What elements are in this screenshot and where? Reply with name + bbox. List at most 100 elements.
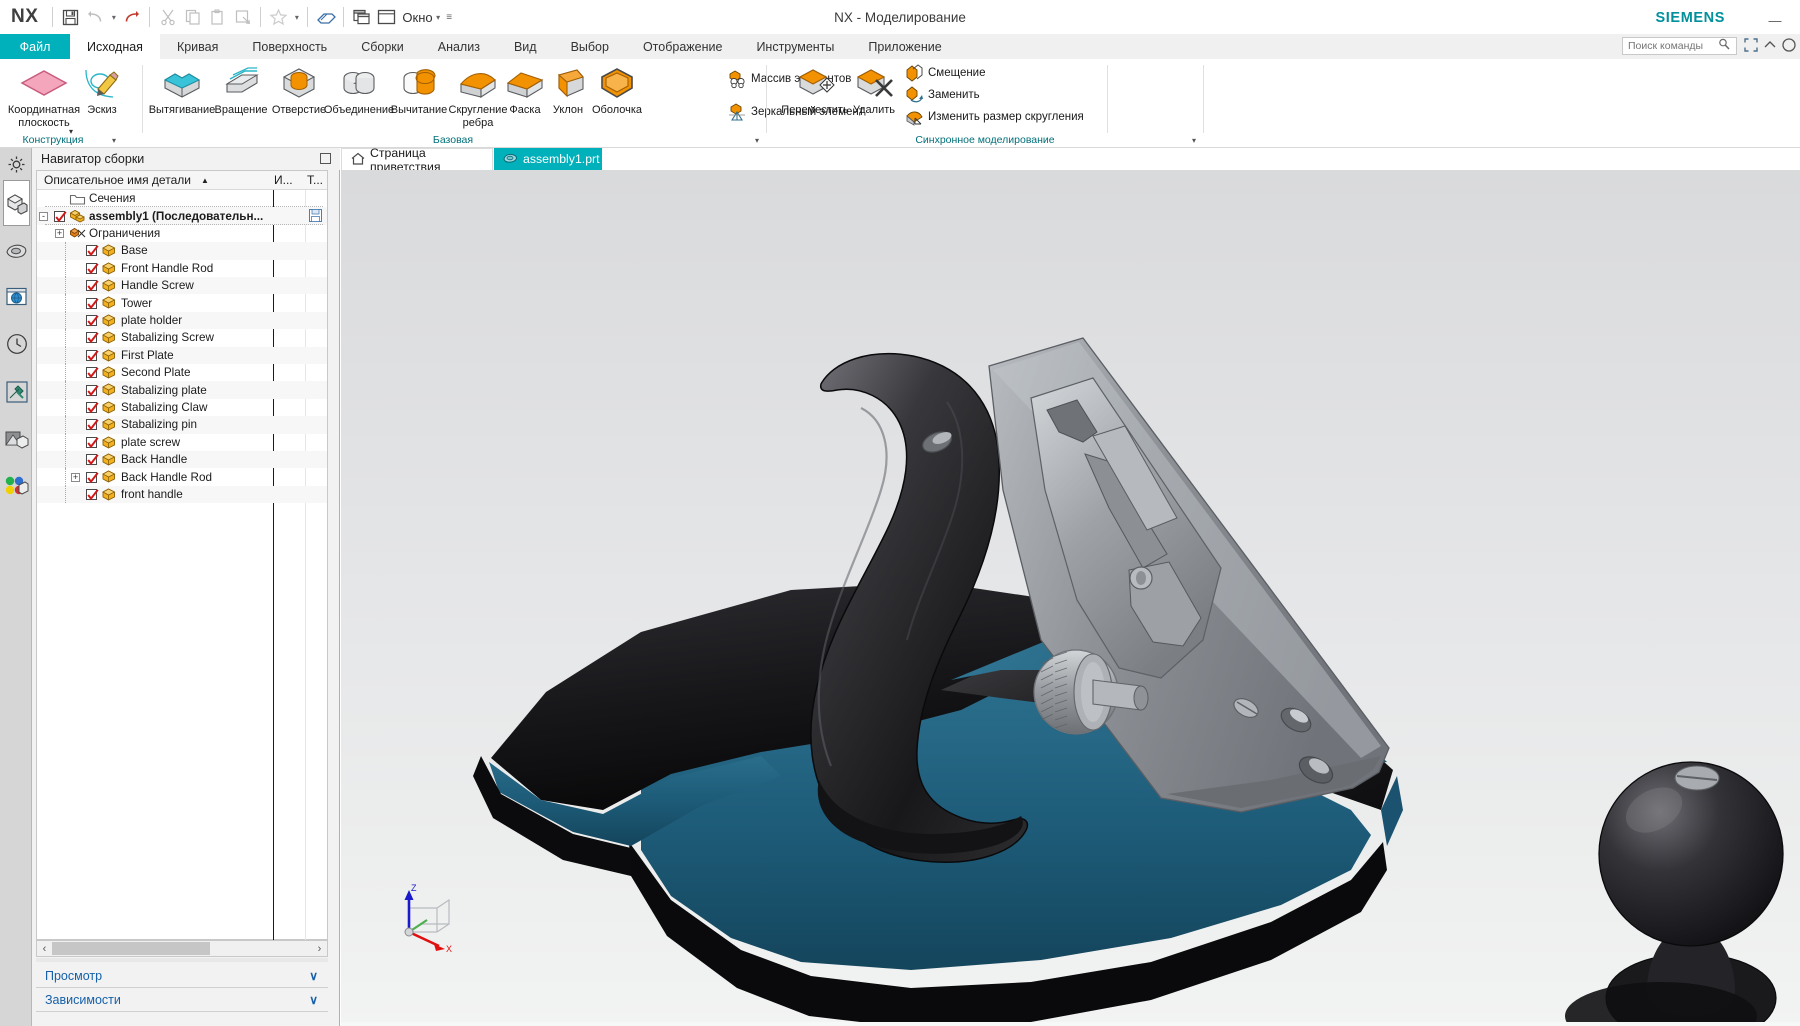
tree-row[interactable]: Сечения — [37, 190, 327, 207]
tree-row-checkbox[interactable] — [86, 488, 99, 501]
pin-icon[interactable] — [320, 153, 331, 164]
chevron-down-icon[interactable]: ∨ — [309, 969, 318, 983]
paste-icon[interactable] — [205, 5, 230, 30]
replace-face-button[interactable]: Заменить — [905, 86, 980, 104]
hand-plane-3d-model[interactable] — [341, 170, 1800, 1026]
section-dependencies[interactable]: Зависимости ∨ — [36, 988, 328, 1012]
tab-surface[interactable]: Поверхность — [235, 34, 345, 59]
tab-assemblies[interactable]: Сборки — [344, 34, 421, 59]
tree-column-type[interactable]: Т... — [307, 173, 323, 187]
tree-horizontal-scrollbar[interactable]: ‹ › — [36, 940, 328, 957]
tab-curve[interactable]: Кривая — [159, 34, 236, 59]
chevron-down-icon[interactable]: ∨ — [309, 993, 318, 1007]
ribbon-group-feature-caret[interactable]: ▾ — [755, 136, 759, 145]
tree-row[interactable]: Second Plate — [37, 364, 327, 382]
tree-column-name[interactable]: Описательное имя детали — [44, 173, 191, 187]
rail-item-roles[interactable] — [3, 470, 30, 502]
tree-row-checkbox[interactable] — [86, 384, 99, 396]
fullscreen-icon[interactable] — [1744, 38, 1758, 52]
move-face-button[interactable]: Переместить — [779, 63, 851, 117]
favorites-star-icon[interactable] — [266, 5, 291, 30]
rail-item-history[interactable] — [3, 328, 30, 360]
window-tile-icon[interactable] — [349, 5, 374, 30]
scroll-thumb[interactable] — [52, 942, 210, 955]
tree-row-checkbox[interactable] — [86, 367, 99, 379]
scroll-track[interactable] — [52, 941, 312, 956]
sort-ascending-icon[interactable]: ▲ — [201, 176, 209, 185]
tab-tools[interactable]: Инструменты — [739, 34, 852, 59]
tree-row-checkbox[interactable] — [86, 245, 99, 257]
sketch-button[interactable]: Эскиз — [74, 63, 130, 117]
paste-special-icon[interactable] — [230, 5, 255, 30]
tree-row-checkbox[interactable] — [86, 280, 99, 292]
shell-button[interactable]: Оболочка — [586, 63, 648, 117]
tree-row[interactable]: Stabalizing Claw — [37, 398, 327, 417]
scroll-right-arrow[interactable]: › — [312, 943, 327, 955]
tab-view[interactable]: Вид — [496, 34, 554, 59]
tree-row[interactable]: + Ограничения — [37, 225, 327, 242]
section-preview[interactable]: Просмотр ∨ — [36, 964, 328, 988]
tree-row[interactable]: plate holder — [37, 311, 327, 330]
tree-row-checkbox[interactable] — [86, 454, 99, 466]
rail-item-part-navigator[interactable] — [3, 230, 30, 272]
tab-application[interactable]: Приложение — [851, 34, 959, 59]
tree-row-checkbox[interactable] — [86, 436, 99, 449]
tree-row[interactable]: First Plate — [37, 346, 327, 364]
panel-splitter[interactable] — [36, 958, 328, 962]
doc-tab-assembly1[interactable]: assembly1.prt ✕ — [494, 148, 618, 170]
close-icon[interactable]: ✕ — [608, 152, 618, 166]
help-icon[interactable] — [1782, 38, 1796, 52]
tree-column-info[interactable]: И... — [274, 173, 293, 187]
tab-home[interactable]: Исходная — [70, 34, 160, 59]
adjuster-shaft-cap[interactable] — [1133, 685, 1149, 711]
window-menu-label[interactable]: Окно — [402, 10, 432, 25]
quick-access-more-caret[interactable]: ≡ — [444, 12, 455, 23]
tree-row[interactable]: + Back Handle Rod — [37, 468, 327, 486]
collapse-ribbon-icon[interactable] — [1763, 38, 1777, 52]
delete-face-button[interactable]: Удалить — [845, 63, 903, 117]
tree-row[interactable]: Stabalizing Screw — [37, 329, 327, 347]
tree-row[interactable]: - assembly1 (Последовательн... — [37, 207, 327, 225]
assembly-tree[interactable]: Описательное имя детали ▲ И... Т... Сече… — [36, 170, 328, 941]
window-menu-caret[interactable]: ▾ — [433, 13, 444, 22]
tree-row[interactable]: Tower — [37, 294, 327, 312]
undo-icon[interactable] — [83, 5, 108, 30]
rail-item-settings[interactable] — [3, 148, 30, 180]
redo-icon[interactable] — [119, 5, 144, 30]
rail-item-scene[interactable] — [3, 424, 30, 456]
tree-row-checkbox[interactable] — [86, 349, 99, 362]
tree-expander[interactable]: + — [71, 472, 80, 482]
datum-plane-button[interactable]: Координатная плоскость ▾ — [8, 63, 80, 136]
tree-row-checkbox[interactable] — [86, 297, 99, 309]
rail-item-tools[interactable] — [3, 376, 30, 408]
tree-row-checkbox[interactable] — [86, 471, 99, 483]
magnifier-icon[interactable] — [1718, 37, 1730, 55]
tree-row[interactable]: Back Handle — [37, 451, 327, 469]
doc-tab-welcome-page[interactable]: Страница приветствия — [341, 146, 493, 174]
rail-item-web-browser[interactable] — [3, 280, 30, 312]
search-input[interactable] — [1626, 39, 1718, 53]
rail-item-assembly-navigator[interactable] — [3, 180, 30, 226]
scroll-left-arrow[interactable]: ‹ — [37, 943, 52, 955]
tab-render[interactable]: Отображение — [625, 34, 740, 59]
ribbon-group-synchronous-caret[interactable]: ▾ — [1192, 136, 1196, 145]
eraser-icon[interactable] — [313, 5, 338, 30]
tree-row-checkbox[interactable] — [86, 314, 99, 327]
minimize-button[interactable]: — — [1760, 8, 1790, 28]
tab-file[interactable]: Файл — [0, 34, 70, 59]
command-search[interactable] — [1622, 37, 1737, 55]
tree-expander[interactable]: + — [55, 228, 64, 238]
save-icon[interactable] — [58, 5, 83, 30]
window-single-icon[interactable] — [374, 5, 399, 30]
resize-blend-button[interactable]: Изменить размер скругления — [905, 108, 1084, 126]
tree-row-checkbox[interactable] — [86, 419, 99, 431]
tree-row[interactable]: Handle Screw — [37, 277, 327, 295]
modified-badge-icon[interactable] — [309, 209, 322, 223]
undo-dropdown-caret[interactable]: ▾ — [108, 13, 119, 22]
copy-icon[interactable] — [180, 5, 205, 30]
tree-row[interactable]: Stabalizing plate — [37, 381, 327, 399]
tree-row-checkbox[interactable] — [86, 401, 99, 414]
tree-expander[interactable]: - — [39, 211, 48, 221]
graphics-viewport[interactable]: Z X ZC — [341, 170, 1800, 1026]
tree-row-checkbox[interactable] — [54, 210, 67, 222]
